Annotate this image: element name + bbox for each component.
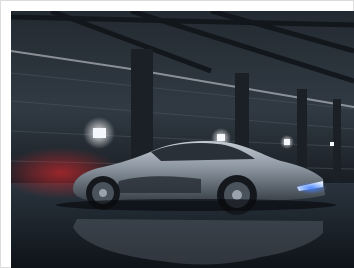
image-frame [0, 0, 354, 268]
car-shadow [56, 199, 336, 211]
hangar-scene [11, 11, 354, 268]
photo [11, 11, 354, 268]
